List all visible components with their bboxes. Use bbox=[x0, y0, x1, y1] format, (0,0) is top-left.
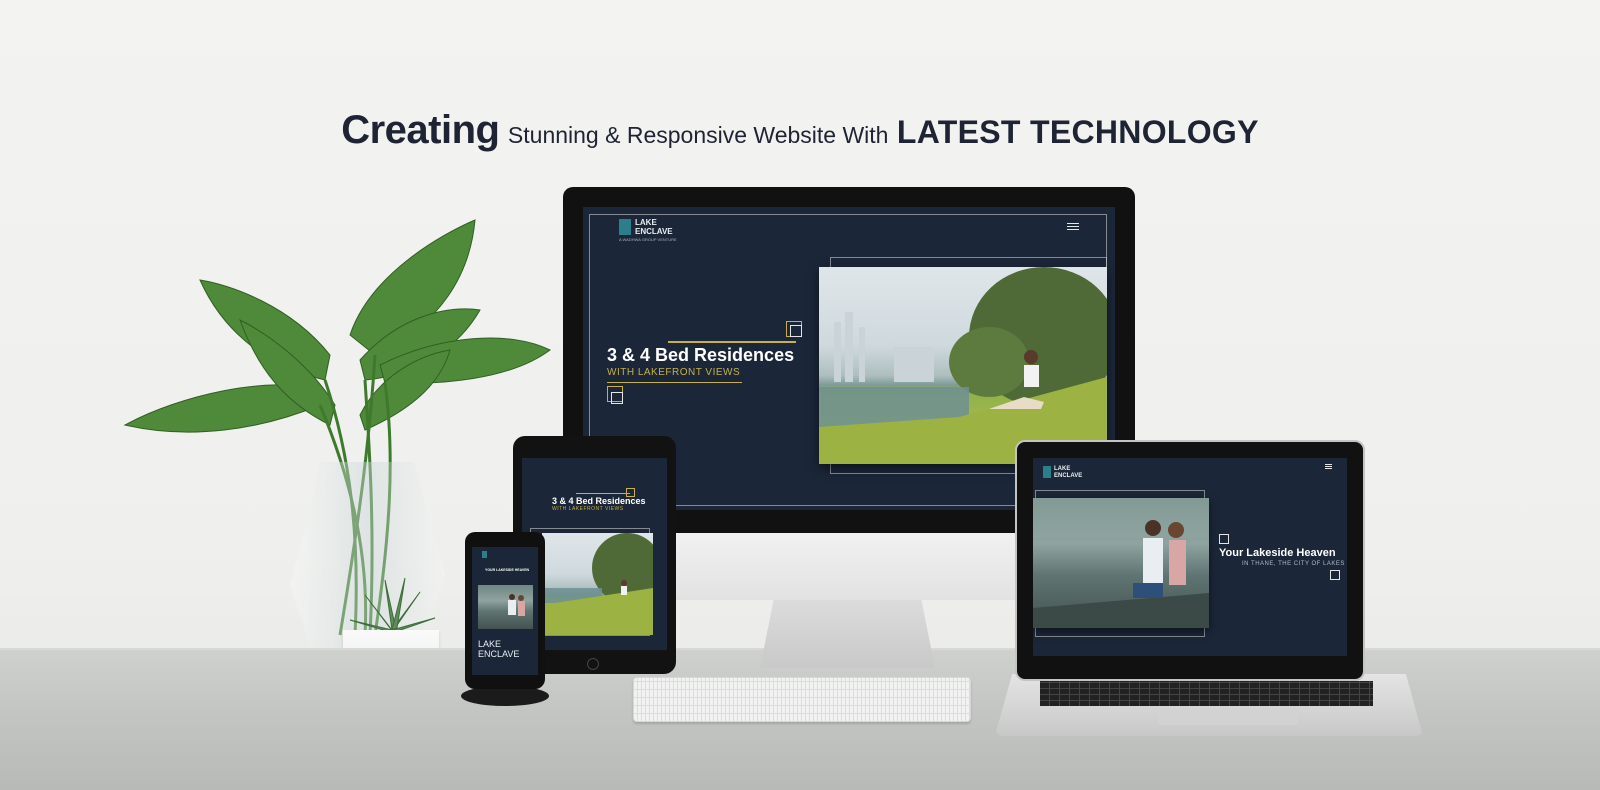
tablet-home-button bbox=[587, 658, 599, 670]
succulent-illustration bbox=[349, 577, 436, 633]
desktop-gold-line-top bbox=[668, 341, 796, 343]
laptop-hero-title: Your Lakeside Heaven bbox=[1219, 547, 1336, 559]
phone-logo-mark-top bbox=[482, 551, 487, 558]
laptop-hero-photo-couple-by-lake bbox=[1033, 498, 1209, 628]
laptop-keyboard bbox=[1040, 681, 1373, 706]
laptop-website-screen: LAKE ENCLAVE Your Lakeside Heaven IN THA… bbox=[1033, 458, 1347, 656]
phone-logo-line2: ENCLAVE bbox=[478, 649, 520, 659]
tablet-photo-scene bbox=[542, 533, 653, 635]
desktop-logo-mark bbox=[619, 219, 631, 235]
laptop-logo-mark bbox=[1043, 466, 1051, 478]
desktop-gold-line-bottom bbox=[607, 382, 742, 383]
phone-dock bbox=[461, 686, 549, 706]
laptop-hero-subtitle: IN THANE, THE CITY OF LAKES bbox=[1242, 561, 1345, 567]
desktop-logo-tagline: A WADHWA GROUP VENTURE bbox=[619, 237, 677, 242]
laptop-gold-square-top bbox=[1219, 534, 1229, 544]
desktop-photo-scene bbox=[819, 267, 1107, 464]
desktop-menu-icon[interactable] bbox=[1067, 223, 1079, 232]
tablet-gold-line bbox=[576, 493, 630, 494]
desktop-logo-line2: ENCLAVE bbox=[635, 227, 673, 236]
headline-latest-technology: LATEST TECHNOLOGY bbox=[896, 114, 1259, 150]
headline-creating: Creating bbox=[341, 108, 500, 152]
laptop-gold-square-bottom bbox=[1330, 570, 1340, 580]
desktop-hero-subtitle: WITH LAKEFRONT VIEWS bbox=[607, 367, 741, 378]
phone-logo-line1: LAKE bbox=[478, 639, 502, 649]
tablet-hero-photo bbox=[542, 533, 653, 635]
phone-hero-photo bbox=[478, 585, 533, 629]
tablet-hero-title: 3 & 4 Bed Residences bbox=[552, 496, 646, 506]
keyboard bbox=[633, 677, 971, 722]
phone-photo-scene bbox=[508, 594, 525, 616]
desktop-hero-title: 3 & 4 Bed Residences bbox=[607, 345, 795, 365]
laptop-menu-icon[interactable] bbox=[1325, 464, 1332, 471]
imac-stand bbox=[760, 598, 935, 668]
headline: Creating Stunning & Responsive Website W… bbox=[0, 108, 1600, 153]
phone-website-screen: YOUR LAKESIDE HEAVEN LAKE ENCLAVE bbox=[472, 547, 538, 675]
laptop-photo-scene bbox=[1033, 498, 1209, 628]
laptop-logo-line2: ENCLAVE bbox=[1054, 473, 1083, 479]
headline-middle: Stunning & Responsive Website With bbox=[507, 122, 889, 148]
laptop-trackpad bbox=[1158, 709, 1298, 725]
laptop-logo-line1: LAKE bbox=[1054, 466, 1071, 472]
desktop-white-square-bottom bbox=[611, 392, 623, 404]
tablet-hero-subtitle: WITH LAKEFRONT VIEWS bbox=[552, 506, 624, 512]
desktop-logo-line1: LAKE bbox=[635, 218, 657, 227]
phone-hero-text: YOUR LAKESIDE HEAVEN bbox=[485, 568, 530, 572]
desktop-hero-photo-woman-by-lake bbox=[819, 267, 1107, 464]
desktop-white-square-top bbox=[790, 325, 802, 337]
